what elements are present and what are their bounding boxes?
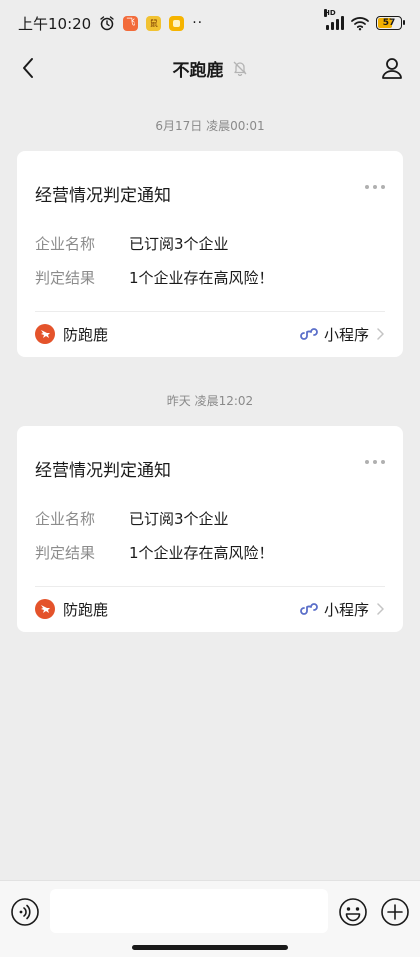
- status-time: 上午10:20: [18, 14, 92, 33]
- mini-program-label: 小程序: [323, 325, 369, 344]
- plus-icon: [381, 898, 409, 926]
- card-title: 经营情况判定通知: [35, 461, 171, 481]
- battery-level: 57: [382, 18, 396, 28]
- app-logo-icon: [35, 599, 55, 619]
- field-value: 1个企业存在高风险！: [129, 269, 274, 287]
- battery-icon: 57: [376, 16, 405, 30]
- profile-button[interactable]: [378, 54, 406, 82]
- status-left: 上午10:20 飞 鼠 ··: [18, 13, 203, 34]
- voice-icon: [11, 898, 39, 926]
- message-input[interactable]: [50, 889, 328, 933]
- mini-program-icon: [300, 328, 318, 340]
- bell-muted-icon: [232, 60, 248, 76]
- profile-icon: [382, 58, 402, 79]
- wifi-icon: [350, 15, 370, 31]
- app-notification-icon: [169, 15, 185, 31]
- field-row-company: 企业名称 已订阅3个企业: [35, 508, 229, 529]
- chevron-right-icon: [375, 602, 385, 616]
- more-dot-icon: [373, 460, 377, 464]
- field-label: 企业名称: [35, 235, 96, 253]
- app-notification-icon: 鼠: [146, 15, 162, 31]
- field-label: 判定结果: [35, 544, 96, 562]
- field-value: 已订阅3个企业: [129, 235, 229, 253]
- mini-program-link[interactable]: 小程序: [300, 324, 385, 345]
- field-label: 判定结果: [35, 269, 96, 287]
- field-row-result: 判定结果 1个企业存在高风险！: [35, 267, 274, 288]
- more-dot-icon: [365, 185, 369, 189]
- field-label: 企业名称: [35, 510, 96, 528]
- field-value: 已订阅3个企业: [129, 510, 229, 528]
- more-dot-icon: [381, 460, 385, 464]
- app-notification-icon: 飞: [123, 15, 139, 31]
- signal-icon: HD: [324, 9, 344, 30]
- mini-program-icon: [300, 603, 318, 615]
- status-right: HD 57: [324, 9, 405, 31]
- app-name: 防跑鹿: [63, 600, 109, 619]
- plus-button[interactable]: [380, 897, 410, 927]
- emoji-button[interactable]: [338, 897, 368, 927]
- field-row-result: 判定结果 1个企业存在高风险！: [35, 542, 274, 563]
- more-dot-icon: [365, 460, 369, 464]
- more-dot-icon: [381, 185, 385, 189]
- mini-program-link[interactable]: 小程序: [300, 599, 385, 620]
- card-more-button[interactable]: [365, 185, 385, 189]
- app-logo-icon: [35, 324, 55, 344]
- more-dot-icon: [373, 185, 377, 189]
- notification-card[interactable]: 经营情况判定通知 企业名称 已订阅3个企业 判定结果 1个企业存在高风险！ 防跑…: [17, 426, 403, 632]
- field-value: 1个企业存在高风险！: [129, 544, 274, 562]
- message-timestamp: 6月17日 凌晨00:01: [155, 119, 265, 133]
- notification-card[interactable]: 经营情况判定通知 企业名称 已订阅3个企业 判定结果 1个企业存在高风险！ 防跑…: [17, 151, 403, 357]
- card-footer[interactable]: 防跑鹿 小程序: [35, 598, 385, 620]
- card-more-button[interactable]: [365, 460, 385, 464]
- card-footer[interactable]: 防跑鹿 小程序: [35, 323, 385, 345]
- mini-program-label: 小程序: [323, 600, 369, 619]
- message-timestamp: 昨天 凌晨12:02: [166, 394, 254, 408]
- card-divider: [35, 311, 385, 312]
- back-button[interactable]: [14, 54, 42, 82]
- field-row-company: 企业名称 已订阅3个企业: [35, 233, 229, 254]
- alarm-icon: [99, 15, 115, 31]
- card-divider: [35, 586, 385, 587]
- app-name: 防跑鹿: [63, 325, 109, 344]
- card-title: 经营情况判定通知: [35, 186, 171, 206]
- nav-title-group: 不跑鹿: [173, 56, 248, 81]
- status-bar: 上午10:20 飞 鼠 ·· HD 57: [0, 0, 420, 46]
- back-icon: [23, 58, 33, 78]
- chat-title: 不跑鹿: [172, 60, 224, 81]
- more-notifications-icon: ··: [192, 15, 204, 31]
- nav-bar: 不跑鹿: [0, 46, 420, 90]
- voice-button[interactable]: [10, 897, 40, 927]
- home-indicator[interactable]: [132, 945, 288, 950]
- network-label: HD: [324, 9, 336, 17]
- chevron-right-icon: [375, 327, 385, 341]
- emoji-icon: [339, 898, 367, 926]
